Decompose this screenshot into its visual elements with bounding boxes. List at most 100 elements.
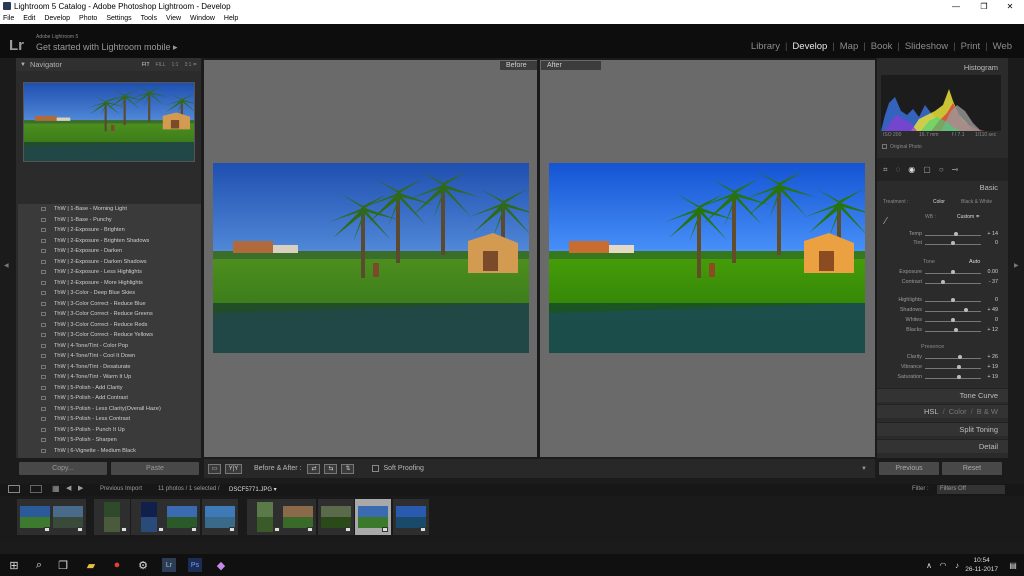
after-photo[interactable] [549,163,865,353]
adjustment-brush-tool-icon[interactable]: ⊸ [952,165,959,174]
preset-item[interactable]: ThW | 4-Tone/Tint - Color Pop [18,341,201,352]
slider-track[interactable] [925,283,981,284]
slider-clarity[interactable]: Clarity + 26 [877,353,1008,362]
tone-auto-button[interactable]: Auto [969,259,980,265]
white-balance-picker-icon[interactable]: ⁄ [885,216,887,227]
loupe-view-icon[interactable]: ▭ [208,463,221,474]
slider-handle[interactable] [953,232,958,236]
menu-view[interactable]: View [166,15,181,22]
slider-whites[interactable]: Whites 0 [877,316,1008,325]
preset-item[interactable]: ThW | 2-Exposure - Brighten Shadows [18,236,201,247]
previous-button[interactable]: Previous [879,462,939,475]
slider-value[interactable]: + 49 [987,307,998,313]
lightroom-taskbar-icon[interactable]: Lr [162,558,176,572]
slider-tint[interactable]: Tint 0 [877,239,1008,248]
preset-item[interactable]: ThW | 2-Exposure - Less Highlights [18,267,201,278]
before-after-view-button[interactable]: Y|Y [225,463,242,474]
grid-view-icon[interactable]: ▦ [52,484,60,493]
slider-value[interactable]: 0.00 [988,269,999,275]
menu-window[interactable]: Window [190,15,215,22]
slider-saturation[interactable]: Saturation + 19 [877,373,1008,382]
back-arrow-icon[interactable]: ◀ [66,484,71,492]
before-photo[interactable] [213,163,529,353]
toolbar-menu-chevron-icon[interactable]: ▼ [861,466,867,472]
reset-button[interactable]: Reset [942,462,1002,475]
paste-button[interactable]: Paste [111,462,199,475]
basic-title[interactable]: Basic [980,183,998,192]
slider-value[interactable]: + 19 [987,364,998,370]
task-view-icon[interactable]: ❐ [56,558,70,572]
previous-import-label[interactable]: Previous Import [100,486,142,492]
mobile-promo-link[interactable]: Get started with Lightroom mobile ▸ [36,42,178,53]
settings-gear-icon[interactable]: ⚙ [136,558,150,572]
volume-icon[interactable]: ♪ [950,558,964,572]
preset-item[interactable]: ThW | 4-Tone/Tint - Warm It Up [18,372,201,383]
taskbar-clock[interactable]: 10:54 26-11-2017 [965,556,998,574]
notifications-icon[interactable]: ▤ [1006,558,1020,572]
module-web[interactable]: Web [988,41,1017,52]
preset-item[interactable]: ThW | 3-Color Correct - Reduce Reds [18,320,201,331]
preset-item[interactable]: ThW | 2-Exposure - Brighten [18,225,201,236]
filmstrip-thumbnail[interactable] [131,499,167,535]
filmstrip-thumbnail[interactable] [202,499,238,535]
copy-before-to-after-icon[interactable]: ⇄ [307,463,321,474]
histogram-title[interactable]: Histogram [964,63,998,72]
right-panel-toggle-icon[interactable]: ▶ [1014,262,1019,269]
preset-item[interactable]: ThW | 5-Polish - Punch It Up [18,425,201,436]
slider-track[interactable] [925,358,981,359]
show-hidden-icons-icon[interactable]: ∧ [922,558,936,572]
preset-item[interactable]: ThW | 5-Polish - Less Clarity(Overall Ha… [18,404,201,415]
maximize-button[interactable]: ❐ [970,0,998,12]
preset-item[interactable]: ThW | 2-Exposure - Darken [18,246,201,257]
network-icon[interactable]: ◠ [936,558,950,572]
slider-handle[interactable] [951,318,955,322]
preset-item[interactable]: ThW | 2-Exposure - Darken Shadows [18,257,201,268]
preset-item[interactable]: ThW | 3-Color Correct - Reduce Yellows [18,330,201,341]
photoshop-taskbar-icon[interactable]: Ps [188,558,202,572]
slider-handle[interactable] [951,298,955,302]
slider-value[interactable]: - 37 [989,279,998,285]
split-toning-section[interactable]: Split Toning [877,422,1008,436]
close-button[interactable]: ✕ [996,0,1024,12]
slider-value[interactable]: 0 [995,240,998,246]
filmstrip-thumbnail[interactable] [280,499,316,535]
navigator-header[interactable]: ▼ Navigator FIT FILL 1:1 3:1 ≑ [16,58,201,71]
filmstrip-thumbnail[interactable] [247,499,283,535]
module-develop[interactable]: Develop [787,41,832,52]
slider-track[interactable] [925,331,981,332]
filmstrip-thumbnail[interactable] [50,499,86,535]
filter-dropdown[interactable]: Filters Off [937,485,1005,494]
histogram-chart[interactable] [881,75,1001,131]
slider-shadows[interactable]: Shadows + 49 [877,306,1008,315]
forward-arrow-icon[interactable]: ▶ [78,484,83,492]
zoom-fit[interactable]: FIT [142,62,150,68]
slider-value[interactable]: 0 [995,317,998,323]
detail-section[interactable]: Detail [877,439,1008,453]
slider-handle[interactable] [951,270,955,274]
slider-value[interactable]: + 12 [987,327,998,333]
module-slideshow[interactable]: Slideshow [900,41,953,52]
slider-handle[interactable] [956,365,961,369]
filmstrip-thumbnail[interactable] [393,499,429,535]
slider-track[interactable] [925,311,981,312]
graduated-filter-tool-icon[interactable]: ▢ [923,165,931,174]
windows-start-icon[interactable]: ⊞ [7,558,21,572]
filmstrip-thumbnail[interactable] [318,499,354,535]
slider-exposure[interactable]: Exposure 0.00 [877,268,1008,277]
preset-item[interactable]: ThW | 3-Color Correct - Reduce Greens [18,309,201,320]
module-book[interactable]: Book [866,41,898,52]
preset-item[interactable]: ThW | 5-Polish - Less Contrast [18,414,201,425]
search-icon[interactable]: ⌕ [32,558,46,572]
slider-value[interactable]: 0 [995,297,998,303]
module-print[interactable]: Print [956,41,986,52]
hsl-section[interactable]: HSL / Color / B & W [877,404,1008,418]
selected-filename[interactable]: DSCF5771.JPG ▾ [229,486,277,493]
slider-contrast[interactable]: Contrast - 37 [877,278,1008,287]
preset-item[interactable]: ThW | 1-Base - Punchy [18,215,201,226]
slider-value[interactable]: + 19 [987,374,998,380]
slider-highlights[interactable]: Highlights 0 [877,296,1008,305]
slider-handle[interactable] [951,241,955,245]
zoom-1-1[interactable]: 1:1 [172,62,179,68]
module-library[interactable]: Library [746,41,785,52]
menu-settings[interactable]: Settings [106,15,131,22]
